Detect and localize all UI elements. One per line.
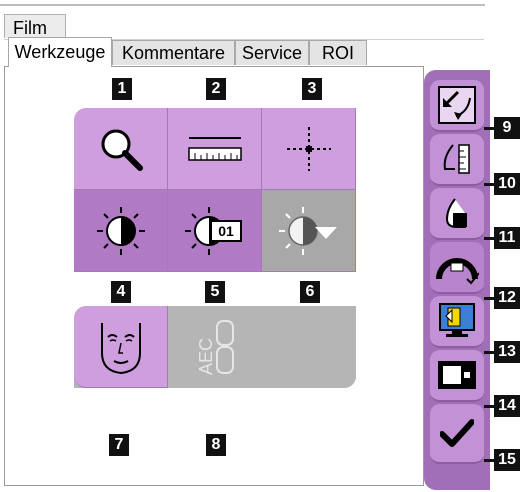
callout-12: 12 bbox=[494, 287, 520, 309]
callout-2: 2 bbox=[206, 78, 226, 100]
callout-8: 8 bbox=[206, 434, 226, 456]
tool-row-3: AEC bbox=[74, 306, 356, 388]
crosshair-icon bbox=[286, 126, 331, 171]
contrast-dropdown-button bbox=[262, 190, 356, 272]
breast-implant-icon bbox=[445, 198, 467, 228]
callout-3: 3 bbox=[302, 78, 322, 100]
dots-button[interactable] bbox=[430, 350, 484, 402]
flip-button[interactable] bbox=[430, 80, 484, 132]
tool-row-2: 01 bbox=[74, 190, 356, 272]
contrast-button[interactable] bbox=[74, 190, 168, 272]
magnifier-icon bbox=[101, 129, 143, 171]
menu-film[interactable]: Film bbox=[4, 14, 66, 38]
preset-number-label: 01 bbox=[218, 223, 234, 239]
callout-15: 15 bbox=[494, 449, 520, 471]
face-button[interactable] bbox=[74, 306, 168, 388]
contrast-preset-button[interactable]: 01 bbox=[168, 190, 262, 272]
callout-6: 6 bbox=[300, 281, 320, 303]
callout-5: 5 bbox=[205, 281, 225, 303]
checkmark-icon bbox=[440, 419, 474, 447]
callout-14: 14 bbox=[494, 395, 520, 417]
ruler-button[interactable] bbox=[168, 108, 262, 190]
tool-row-1 bbox=[74, 108, 356, 190]
accept-button[interactable] bbox=[430, 404, 484, 464]
implant-button[interactable] bbox=[430, 188, 484, 240]
magnifier-button[interactable] bbox=[74, 108, 168, 190]
breast-ruler-button[interactable] bbox=[430, 134, 484, 186]
callout-7: 7 bbox=[109, 434, 129, 456]
callout-1: 1 bbox=[112, 78, 132, 100]
contrast-preset-icon: 01 bbox=[184, 206, 242, 255]
callout-13: 13 bbox=[494, 341, 520, 363]
tab-roi[interactable]: ROI bbox=[309, 40, 367, 65]
top-divider bbox=[0, 4, 485, 6]
tab-kommentare[interactable]: Kommentare bbox=[112, 40, 235, 65]
ruler-icon bbox=[187, 136, 242, 161]
monitor-image-button[interactable] bbox=[430, 296, 484, 348]
callout-4: 4 bbox=[111, 281, 131, 303]
gauge-button[interactable] bbox=[430, 242, 484, 294]
tab-werkzeuge[interactable]: Werkzeuge bbox=[8, 37, 112, 67]
breast-ruler-icon bbox=[443, 144, 470, 174]
callout-9: 9 bbox=[494, 117, 520, 139]
aec-icon: AEC bbox=[196, 320, 234, 375]
crosshair-button[interactable] bbox=[262, 108, 356, 190]
aec-button: AEC bbox=[168, 306, 262, 388]
dots-icon bbox=[438, 361, 476, 389]
callout-10: 10 bbox=[494, 173, 520, 195]
contrast-dropdown-icon bbox=[278, 206, 337, 255]
empty-tool-slot bbox=[262, 306, 356, 388]
aec-label: AEC bbox=[196, 338, 216, 375]
tab-service[interactable]: Service bbox=[235, 40, 309, 65]
face-icon bbox=[100, 322, 141, 374]
contrast-icon bbox=[96, 206, 145, 255]
monitor-image-icon bbox=[439, 303, 475, 337]
gauge-check-icon bbox=[436, 258, 479, 285]
flip-arrows-icon bbox=[438, 86, 476, 124]
callout-11: 11 bbox=[494, 227, 520, 249]
